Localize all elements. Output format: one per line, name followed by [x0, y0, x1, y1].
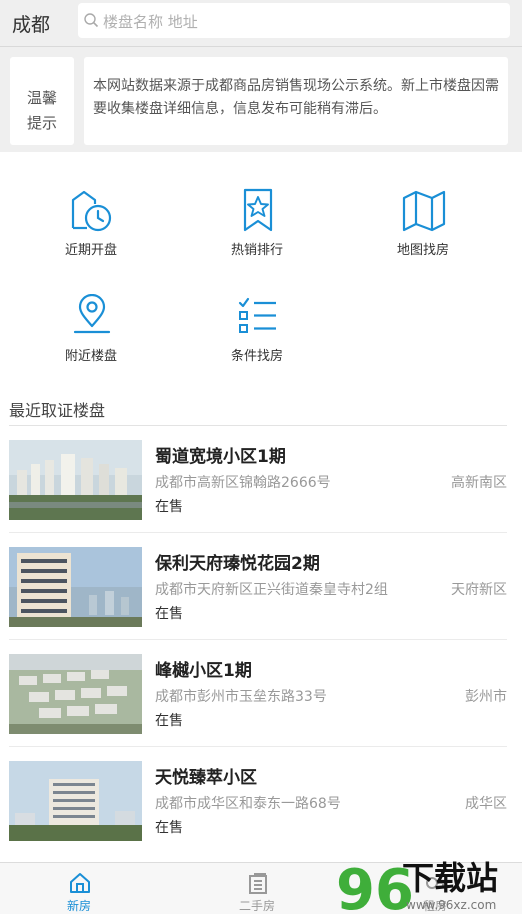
listing-district: 天府新区 [451, 582, 507, 598]
menu-label: 附近楼盘 [64, 349, 117, 364]
site-watermark-logo: 96 下载站 www.96xz.com [336, 858, 498, 914]
listing-district: 成华区 [465, 796, 507, 812]
tab-new-house[interactable]: 新房 [14, 863, 144, 914]
menu-map-search[interactable]: 地图找房 [358, 188, 488, 268]
svg-text:下载站: 下载站 [402, 859, 498, 897]
menu-label: 地图找房 [396, 243, 449, 258]
listing-address: 成都市高新区锦翰路2666号 [155, 475, 331, 491]
listing-name: 保利天府瑧悦花园2期 [155, 554, 320, 574]
listing-item[interactable]: 蜀道宽境小区1期 成都市高新区锦翰路2666号 高新南区 在售 [9, 426, 507, 533]
listing-status: 在售 [155, 713, 183, 729]
listing-district: 彭州市 [465, 689, 507, 705]
listing-photo [9, 654, 142, 734]
notice-text: 本网站数据来源于成都商品房销售现场公示系统。新上市楼盘因需要收集楼盘详细信息，信… [84, 57, 508, 145]
listing-name: 天悦臻萃小区 [155, 768, 257, 788]
house-clock-icon [71, 190, 112, 232]
listing-photo [9, 547, 142, 627]
tab-second-hand[interactable]: 二手房 [192, 863, 322, 914]
menu-label: 热销排行 [230, 243, 283, 258]
listing-name: 蜀道宽境小区1期 [155, 447, 286, 467]
checklist-icon [238, 297, 276, 333]
location-pin-icon [73, 294, 111, 334]
city-selector[interactable]: 成都 [12, 10, 50, 37]
listing-status: 在售 [155, 606, 183, 622]
tab-label: 二手房 [238, 899, 275, 913]
building-icon [249, 873, 267, 894]
listing-name: 峰樾小区1期 [155, 661, 252, 681]
notice-label-line1: 温馨 [26, 89, 57, 107]
listing-photo [9, 440, 142, 520]
search-icon [84, 13, 99, 28]
listing-district: 高新南区 [451, 475, 507, 491]
star-bookmark-icon [243, 188, 273, 232]
svg-text:www.96xz.com: www.96xz.com [406, 898, 496, 912]
menu-recent-opening[interactable]: 近期开盘 [26, 188, 156, 268]
listing-status: 在售 [155, 820, 183, 836]
listing-status: 在售 [155, 499, 183, 515]
listing-item[interactable]: 保利天府瑧悦花园2期 成都市天府新区正兴街道秦皇寺村2组 天府新区 在售 [9, 533, 507, 640]
notice-label-line2: 提示 [26, 114, 57, 132]
listing-address: 成都市天府新区正兴街道秦皇寺村2组 [155, 582, 388, 598]
notice-panel: 温馨 提示 本网站数据来源于成都商品房销售现场公示系统。新上市楼盘因需要收集楼盘… [0, 46, 522, 152]
notice-label: 温馨 提示 [10, 57, 74, 145]
menu-nearby[interactable]: 附近楼盘 [26, 294, 156, 374]
menu-hot-ranking[interactable]: 热销排行 [192, 188, 322, 268]
search-input[interactable]: 楼盘名称 地址 [78, 3, 510, 38]
listing-address: 成都市成华区和泰东一路68号 [155, 796, 341, 812]
listing-address: 成都市彭州市玉垒东路33号 [155, 689, 327, 705]
map-icon [402, 190, 446, 232]
listing-item[interactable]: 峰樾小区1期 成都市彭州市玉垒东路33号 彭州市 在售 [9, 640, 507, 747]
menu-label: 近期开盘 [64, 243, 117, 258]
section-title: 最近取证楼盘 [9, 401, 106, 420]
listing-photo [9, 761, 142, 841]
home-icon [70, 873, 90, 893]
search-placeholder: 楼盘名称 地址 [103, 13, 198, 31]
tab-label: 新房 [66, 899, 91, 913]
menu-filter-search[interactable]: 条件找房 [192, 294, 322, 374]
menu-label: 条件找房 [230, 349, 283, 364]
listing-item[interactable]: 天悦臻萃小区 成都市成华区和泰东一路68号 成华区 在售 [9, 747, 507, 847]
top-bar: 成都 楼盘名称 地址 [0, 0, 522, 46]
